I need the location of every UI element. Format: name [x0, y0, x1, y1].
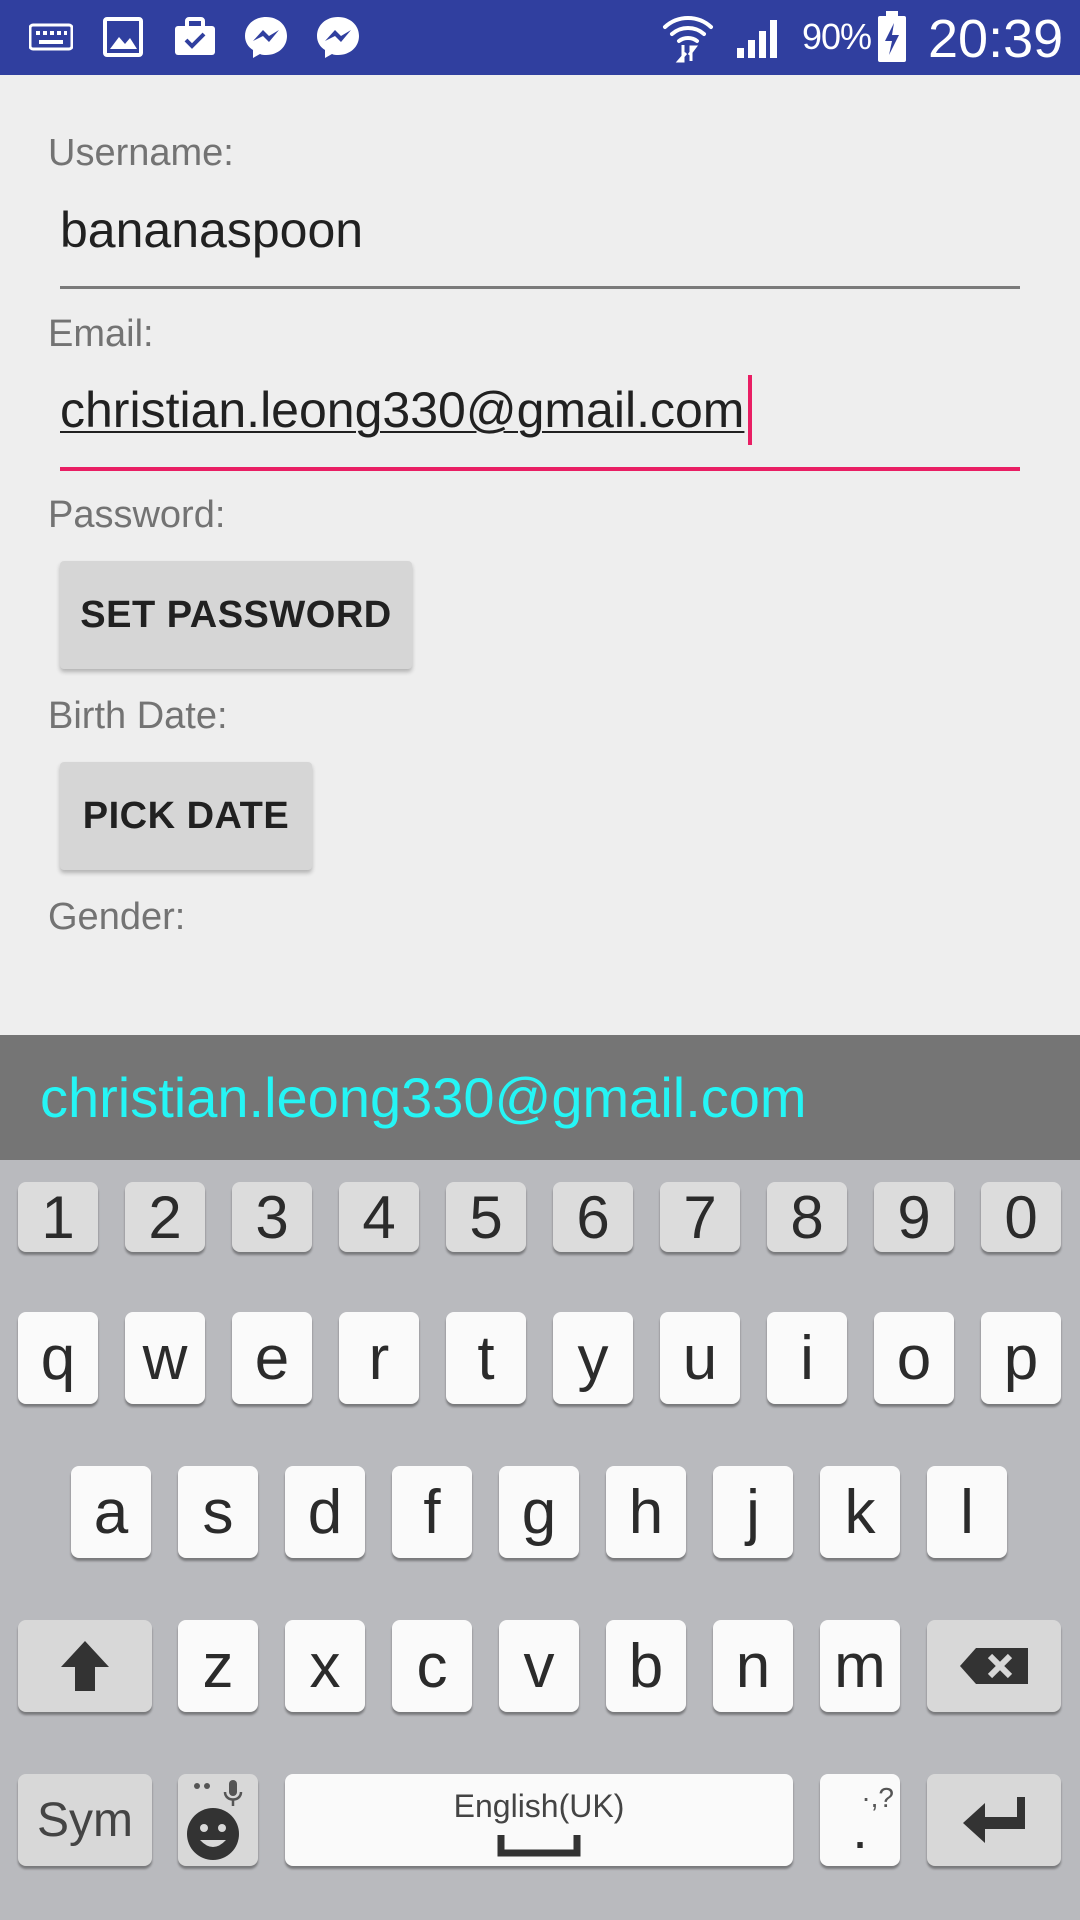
clock: 20:39: [928, 9, 1064, 69]
key-k[interactable]: k: [820, 1466, 900, 1558]
password-label: Password:: [48, 494, 226, 536]
space-icon: [497, 1834, 581, 1856]
key-8[interactable]: 8: [767, 1182, 847, 1252]
username-value: bananaspoon: [60, 202, 364, 258]
key-w[interactable]: w: [125, 1312, 205, 1404]
emoji-icon: [187, 1780, 243, 1860]
period-label: .: [852, 1797, 868, 1860]
key-y[interactable]: y: [553, 1312, 633, 1404]
image-icon: [102, 12, 144, 62]
email-label: Email:: [48, 313, 154, 355]
key-r[interactable]: r: [339, 1312, 419, 1404]
key-5[interactable]: 5: [446, 1182, 526, 1252]
username-underline: [60, 286, 1020, 289]
gender-label: Gender:: [48, 896, 186, 938]
space-language-label: English(UK): [453, 1787, 625, 1824]
set-password-button[interactable]: SET PASSWORD: [60, 561, 412, 669]
username-label: Username:: [48, 132, 234, 174]
briefcase-icon: [172, 12, 218, 62]
text-cursor: [748, 375, 753, 445]
key-a[interactable]: a: [71, 1466, 151, 1558]
pick-date-button[interactable]: PICK DATE: [60, 762, 312, 870]
key-i[interactable]: i: [767, 1312, 847, 1404]
key-s[interactable]: s: [178, 1466, 258, 1558]
enter-icon: [963, 1797, 1025, 1843]
key-9[interactable]: 9: [874, 1182, 954, 1252]
key-4[interactable]: 4: [339, 1182, 419, 1252]
key-n[interactable]: n: [713, 1620, 793, 1712]
key-l[interactable]: l: [927, 1466, 1007, 1558]
key-j[interactable]: j: [713, 1466, 793, 1558]
email-field[interactable]: christian.leong330@gmail.com: [60, 370, 1020, 450]
key-6[interactable]: 6: [553, 1182, 633, 1252]
battery-percent: 90%: [802, 16, 872, 57]
enter-key[interactable]: [927, 1774, 1061, 1866]
messenger-icon: [314, 12, 362, 62]
key-2[interactable]: 2: [125, 1182, 205, 1252]
key-p[interactable]: p: [981, 1312, 1061, 1404]
suggestion-item[interactable]: christian.leong330@gmail.com: [40, 1065, 807, 1130]
email-value: christian.leong330@gmail.com: [60, 382, 745, 438]
key-m[interactable]: m: [820, 1620, 900, 1712]
key-d[interactable]: d: [285, 1466, 365, 1558]
sym-key[interactable]: Sym: [18, 1774, 152, 1866]
key-t[interactable]: t: [446, 1312, 526, 1404]
email-underline: [60, 467, 1020, 471]
key-f[interactable]: f: [392, 1466, 472, 1558]
emoji-key[interactable]: [178, 1774, 258, 1866]
battery-charging-icon: [876, 11, 908, 62]
key-b[interactable]: b: [606, 1620, 686, 1712]
shift-key[interactable]: [18, 1620, 152, 1712]
key-h[interactable]: h: [606, 1466, 686, 1558]
status-bar: 90% 20:39: [0, 0, 1080, 75]
key-0[interactable]: 0: [981, 1182, 1061, 1252]
signal-icon: [734, 12, 786, 62]
key-3[interactable]: 3: [232, 1182, 312, 1252]
key-u[interactable]: u: [660, 1312, 740, 1404]
key-7[interactable]: 7: [660, 1182, 740, 1252]
suggestion-bar: christian.leong330@gmail.com: [0, 1035, 1080, 1160]
keyboard: 1 2 3 4 5 6 7 8 9 0 q w e r t y u i o p …: [0, 1160, 1080, 1920]
key-q[interactable]: q: [18, 1312, 98, 1404]
backspace-key[interactable]: [927, 1620, 1061, 1712]
birth-date-label: Birth Date:: [48, 695, 228, 737]
key-c[interactable]: c: [392, 1620, 472, 1712]
key-o[interactable]: o: [874, 1312, 954, 1404]
key-g[interactable]: g: [499, 1466, 579, 1558]
username-field[interactable]: bananaspoon: [60, 190, 1020, 270]
backspace-icon: [960, 1648, 1028, 1684]
shift-icon: [61, 1641, 109, 1691]
wifi-icon: [660, 12, 716, 63]
key-e[interactable]: e: [232, 1312, 312, 1404]
space-key[interactable]: English(UK): [285, 1774, 793, 1866]
key-z[interactable]: z: [178, 1620, 258, 1712]
period-key[interactable]: ·,? .: [820, 1774, 900, 1866]
key-v[interactable]: v: [499, 1620, 579, 1712]
messenger-icon: [242, 12, 290, 62]
keyboard-icon: [28, 12, 74, 62]
key-1[interactable]: 1: [18, 1182, 98, 1252]
key-x[interactable]: x: [285, 1620, 365, 1712]
